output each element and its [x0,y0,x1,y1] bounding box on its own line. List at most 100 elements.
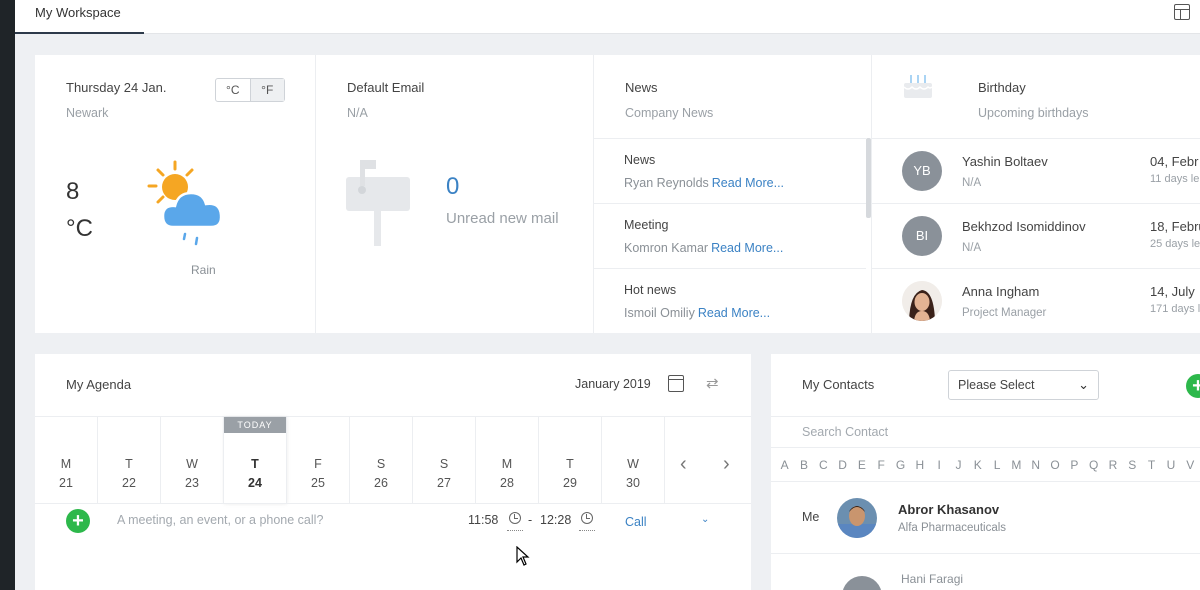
contacts-filter-select[interactable]: Please Select ⌄ [948,370,1099,400]
alphabet-letter[interactable]: H [910,448,929,481]
alphabet-letter[interactable]: L [987,448,1006,481]
read-more-link[interactable]: Read More... [698,306,770,320]
refresh-icon[interactable]: ⇄ [706,376,722,392]
alphabet-letter[interactable]: A [775,448,794,481]
news-item-meta: Ryan Reynolds Read More... [624,176,784,190]
day-of-week: S [439,457,449,471]
weather-condition: Rain [191,263,216,277]
alphabet-letter[interactable]: V [1181,448,1200,481]
chevron-down-icon[interactable]: ⌄ [701,514,709,525]
time-separator: - [528,513,533,527]
alphabet-letter[interactable]: G [891,448,910,481]
read-more-link[interactable]: Read More... [712,176,784,190]
agenda-title: My Agenda [66,377,132,392]
day-cell[interactable]: W 23 [161,417,224,504]
birthday-row[interactable]: YB Yashin Boltaev N/A 04, Febr 11 days l… [872,138,1200,203]
tab-my-workspace[interactable]: My Workspace [15,0,144,34]
alphabet-letter[interactable]: I [930,448,949,481]
add-event-button[interactable]: + [66,509,90,533]
alphabet-letter[interactable]: R [1103,448,1122,481]
day-of-week: W [627,457,639,471]
news-item[interactable]: Meeting Komron Kamar Read More... [594,203,866,268]
clock-icon[interactable] [509,512,521,524]
agenda-widget: My Agenda January 2019 ⇄ W 30 T 29 M 28 S 27 S 26… [35,354,751,590]
birthday-subtitle: Upcoming birthdays [978,106,1089,120]
time-underline [579,530,595,531]
me-label: Me [802,510,820,524]
alphabet-letter[interactable]: U [1161,448,1180,481]
alphabet-letter[interactable]: O [1045,448,1064,481]
day-cell[interactable]: F 25 [287,417,350,504]
alphabet-letter[interactable]: B [794,448,813,481]
birthday-date: 14, July [1150,284,1195,299]
day-cell[interactable]: S 26 [350,417,413,504]
day-of-week: M [60,457,72,471]
day-cell[interactable]: T 22 [98,417,161,504]
chevron-right-icon[interactable]: › [723,453,730,476]
calendar-icon[interactable] [668,375,684,392]
alphabet-letter[interactable]: D [833,448,852,481]
unread-count[interactable]: 0 [446,173,459,201]
day-number: 23 [185,476,199,490]
birthday-row[interactable]: Anna Ingham Project Manager 14, July 171… [872,268,1200,333]
birthday-name: Yashin Boltaev [962,154,1048,169]
news-item-title: Hot news [624,283,677,297]
left-sidebar [0,0,15,590]
contact-row[interactable]: Hani Faragi [771,554,1200,590]
avatar-photo [837,498,877,538]
birthday-days-left: 25 days le [1150,238,1200,250]
add-contact-button[interactable]: + [1186,374,1200,398]
celsius-button[interactable]: °C [216,79,250,101]
weather-widget: Thursday 24 Jan. Newark °C °F 8 °C Rain [35,55,316,333]
alphabet-letter[interactable]: F [872,448,891,481]
layout-icon[interactable] [1174,4,1190,20]
start-time[interactable]: 11:58 [468,513,498,527]
alphabet-letter[interactable]: E [852,448,871,481]
alphabet-letter[interactable]: K [968,448,987,481]
alphabet-letter[interactable]: C [814,448,833,481]
alphabet-letter[interactable]: J [949,448,968,481]
end-time[interactable]: 12:28 [540,513,571,527]
clock-icon[interactable] [581,512,593,524]
read-more-link[interactable]: Read More... [711,241,783,255]
birthday-role: Project Manager [962,307,1047,319]
day-cell[interactable]: M 28 [476,417,539,504]
cake-icon [903,75,933,98]
day-cell[interactable]: M 21 [35,417,98,504]
birthday-widget: Birthday Upcoming birthdays YB Yashin Bo… [872,55,1200,333]
event-type-select[interactable]: Call [625,515,647,529]
chevron-left-icon[interactable]: ‹ [680,453,687,476]
day-of-week: M [501,457,513,471]
birthday-row[interactable]: BI Bekhzod Isomiddinov N/A 18, Febru 25 … [872,203,1200,268]
day-cell[interactable]: S 27 [413,417,476,504]
day-number: 29 [563,476,577,490]
news-item[interactable]: Hot news Ismoil Omiliy Read More... [594,268,866,333]
alphabet-letter[interactable]: T [1142,448,1161,481]
birthday-title: Birthday [978,80,1026,95]
event-input[interactable]: A meeting, an event, or a phone call? [117,513,323,527]
day-cell[interactable]: W 30 [602,417,665,504]
news-scrollbar[interactable] [866,138,871,218]
alphabet-letter[interactable]: P [1065,448,1084,481]
mouse-cursor-icon [516,546,530,566]
temperature-value: 8 [66,178,80,205]
contact-row-me[interactable]: Me Abror Khasanov Alfa Pharmaceuticals [771,482,1200,554]
day-number: 24 [248,476,262,490]
avatar-photo [902,281,942,321]
weather-location: Newark [66,106,109,120]
alphabet-letter[interactable]: N [1026,448,1045,481]
contact-search-input[interactable]: Search Contact [802,425,888,439]
news-item-title: Meeting [624,218,669,232]
alphabet-letter[interactable]: M [1007,448,1026,481]
fahrenheit-button[interactable]: °F [249,79,284,101]
top-tab-bar: My Workspace [15,0,1200,34]
weather-date: Thursday 24 Jan. [66,80,167,95]
day-cell[interactable]: T 29 [539,417,602,504]
news-item[interactable]: News Ryan Reynolds Read More... [594,138,866,203]
day-cell-today[interactable]: TODAY T 24 [224,417,287,504]
avatar [842,576,882,590]
alphabet-letter[interactable]: Q [1084,448,1103,481]
day-of-week: T [125,457,133,471]
alphabet-letter[interactable]: S [1123,448,1142,481]
contact-search[interactable]: Search Contact [771,416,1200,448]
